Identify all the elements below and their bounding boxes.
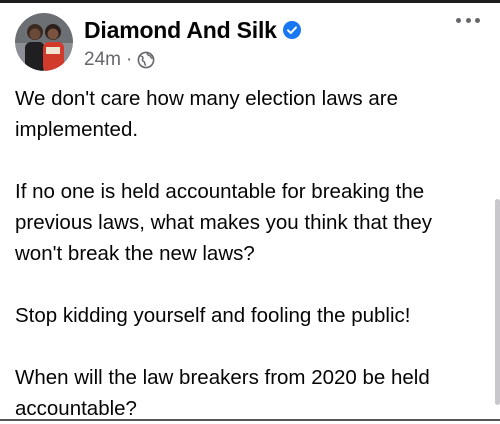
post-card: Diamond And Silk 24m · We don't care how… [0,3,500,421]
meta-separator: · [125,49,133,70]
post-paragraph: Stop kidding yourself and fooling the pu… [15,304,411,327]
post-header: Diamond And Silk 24m · [15,13,301,73]
post-meta: Diamond And Silk 24m · [84,13,301,73]
post-paragraph: If no one is held accountable for breaki… [15,180,433,265]
post-timestamp[interactable]: 24m [84,49,121,71]
post-body: We don't care how many election laws are… [15,83,477,424]
scrollbar[interactable] [495,199,500,405]
verified-badge-icon [282,21,301,39]
post-subline: 24m · [84,47,301,73]
author-name[interactable]: Diamond And Silk [84,17,277,44]
globe-icon[interactable] [137,51,155,69]
post-paragraph: When will the law breakers from 2020 be … [15,366,430,420]
more-options-icon[interactable] [456,15,480,25]
author-row: Diamond And Silk [84,15,301,45]
post-paragraph: We don't care how many election laws are… [15,87,398,141]
author-avatar[interactable] [15,13,73,71]
